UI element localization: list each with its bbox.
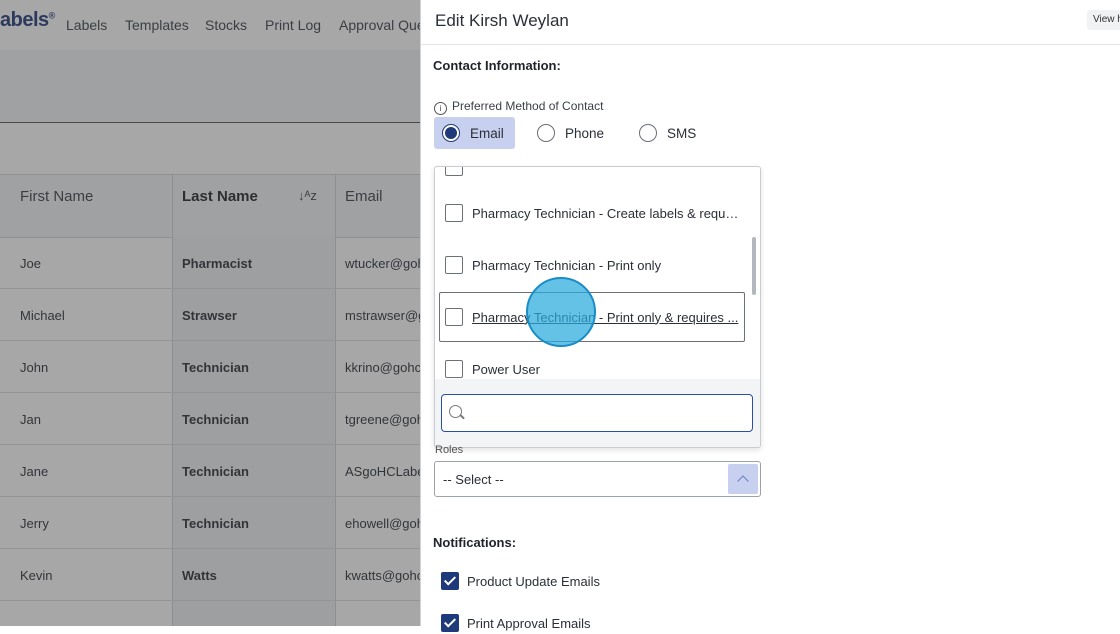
roles-dropdown-menu: Pharmacy Technician - Create labels & re… (434, 166, 761, 448)
view-history-button[interactable]: View h (1087, 10, 1120, 30)
contact-section-title: Contact Information: (433, 58, 561, 73)
dropdown-option[interactable]: Pharmacy Technician - Print only (435, 239, 745, 291)
panel-title: Edit Kirsh Weylan (435, 11, 569, 30)
roles-select-value: -- Select -- (443, 472, 504, 487)
info-icon: i (434, 102, 447, 115)
chevron-up-button[interactable] (728, 464, 758, 494)
checkbox-icon[interactable] (445, 204, 463, 222)
contact-option-email[interactable]: Email (434, 117, 515, 149)
roles-label: Roles (435, 444, 464, 456)
modal-overlay[interactable] (0, 0, 420, 626)
contact-option-phone[interactable]: Phone (537, 117, 604, 149)
search-icon (449, 405, 462, 418)
radio-label: Email (470, 125, 504, 141)
radio-label: Phone (565, 125, 605, 141)
radio-label: SMS (667, 125, 697, 141)
roles-search-input[interactable] (441, 394, 753, 432)
option-label: Pharmacy Technician - Create labels & re… (472, 205, 740, 221)
option-label: Pharmacy Technician - Print only (472, 257, 662, 273)
radio-icon[interactable] (639, 124, 657, 142)
checkbox-icon[interactable] (445, 308, 463, 326)
dropdown-option[interactable]: Pharmacy Technician - Create labels & re… (435, 187, 745, 239)
checkbox-icon[interactable] (445, 256, 463, 274)
notification-label: Print Approval Emails (467, 615, 591, 631)
radio-icon[interactable] (537, 124, 555, 142)
checkbox-checked-icon[interactable] (441, 614, 459, 632)
click-indicator (526, 277, 596, 347)
chevron-up-icon (737, 475, 749, 487)
notification-print-approval[interactable]: Print Approval Emails (441, 612, 591, 634)
option-label: Pharmacy Technician - Print only & requi… (472, 309, 739, 325)
dropdown-scroll-thumb[interactable] (752, 237, 756, 295)
notification-product-updates[interactable]: Product Update Emails (441, 570, 600, 592)
edit-user-panel: Edit Kirsh Weylan View h Contact Informa… (420, 0, 1120, 632)
contact-option-sms[interactable]: SMS (639, 117, 696, 149)
checkbox-icon[interactable] (445, 167, 463, 176)
option-label: Power User (472, 361, 540, 377)
checkbox-icon[interactable] (445, 360, 463, 378)
notification-label: Product Update Emails (467, 573, 600, 589)
background-app: abels® Labels Templates Stocks Print Log… (0, 0, 420, 626)
panel-header: Edit Kirsh Weylan View h (421, 0, 1120, 45)
preferred-contact-label: i Preferred Method of Contact (434, 99, 603, 115)
checkbox-checked-icon[interactable] (441, 572, 459, 590)
radio-selected-icon[interactable] (442, 124, 460, 142)
roles-select[interactable]: -- Select -- (434, 461, 761, 497)
notifications-section-title: Notifications: (433, 535, 517, 550)
